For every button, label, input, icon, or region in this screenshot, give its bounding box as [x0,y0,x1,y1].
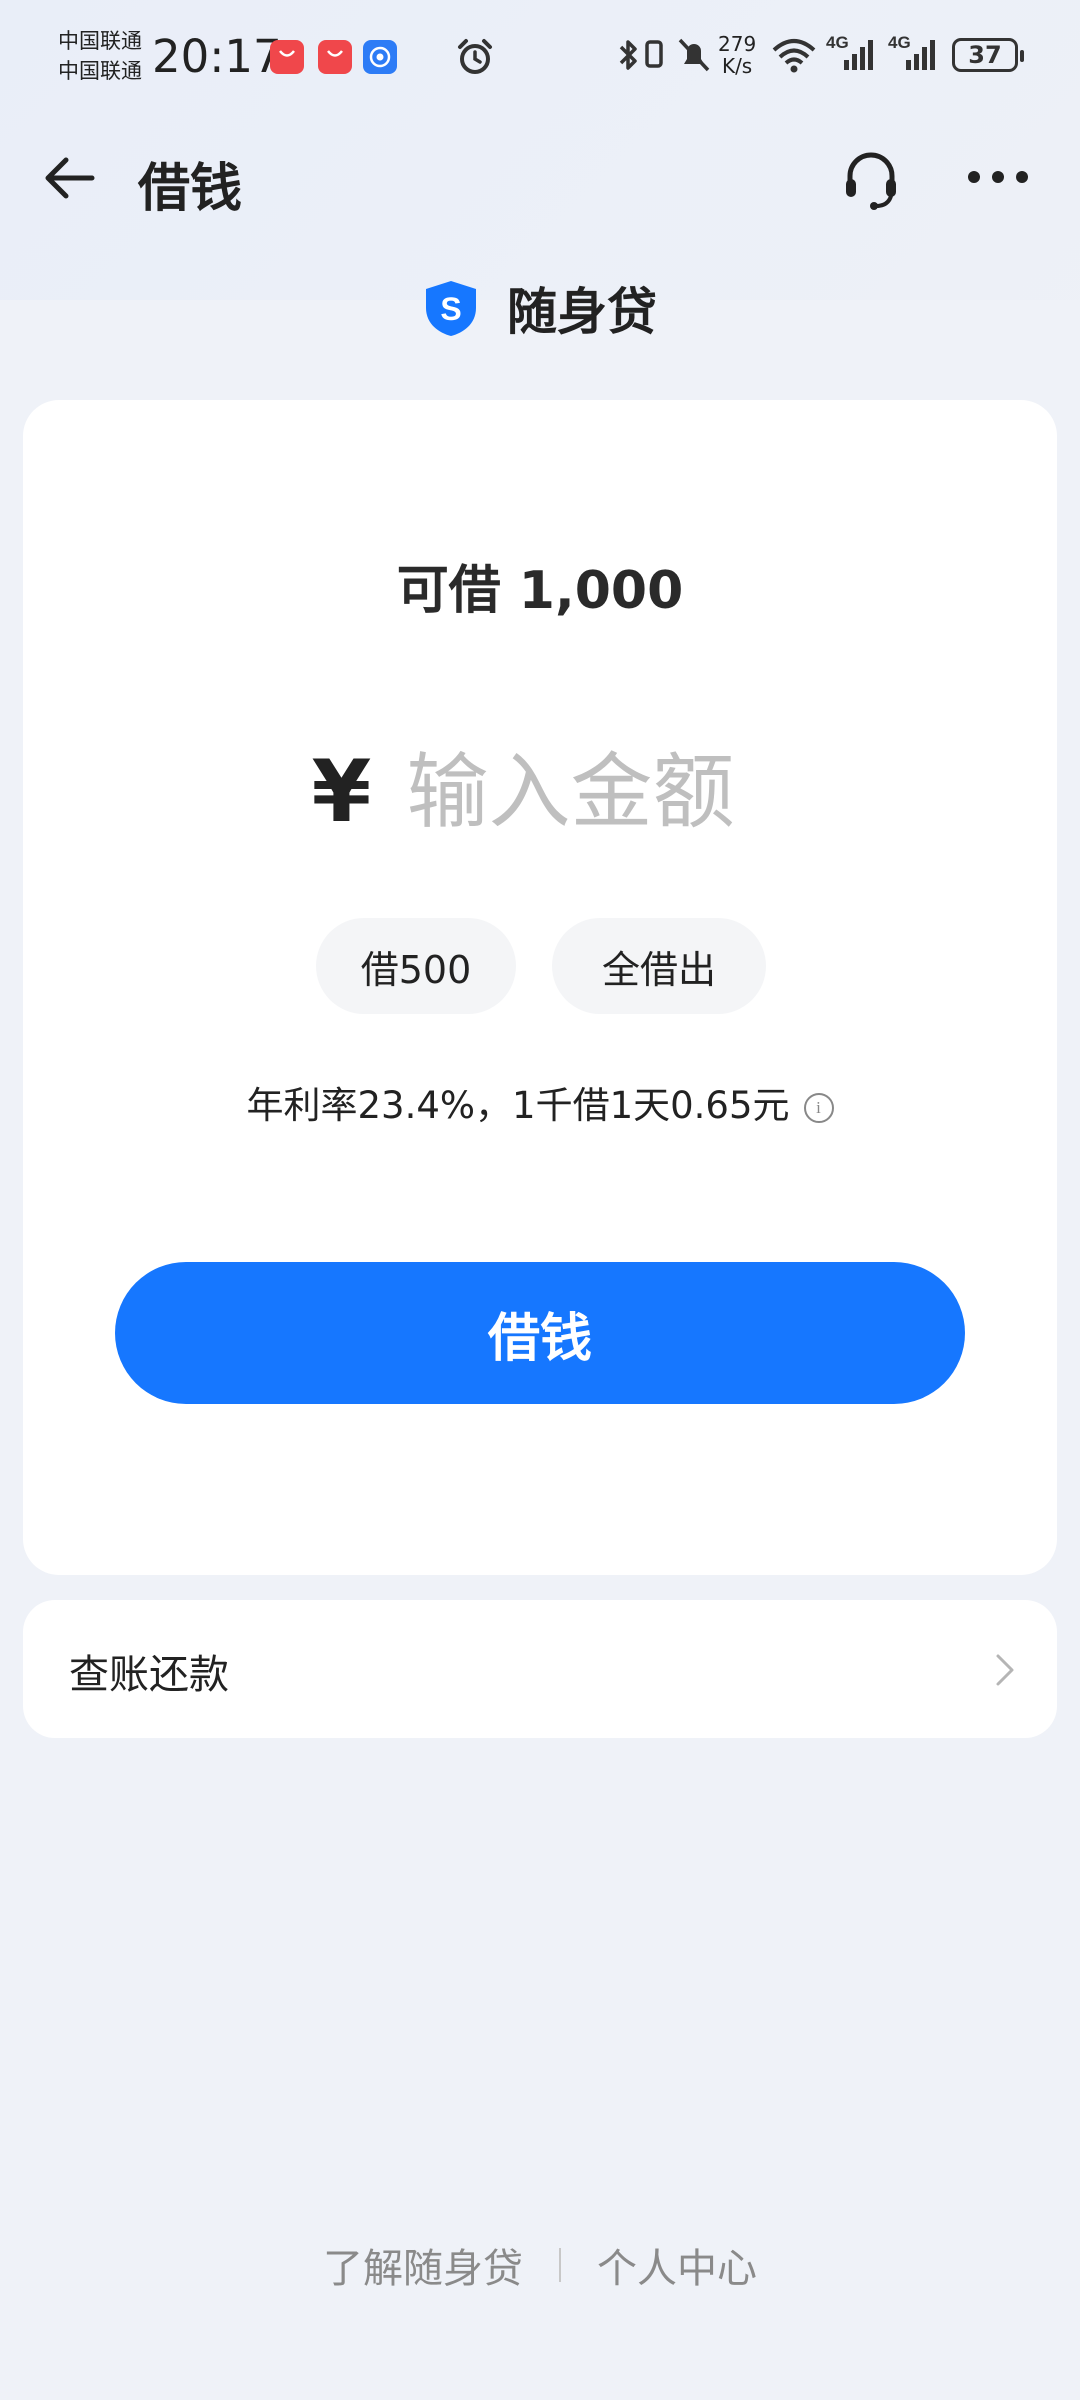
network-speed: 279 K/s [718,33,756,77]
info-icon[interactable]: i [803,1092,834,1123]
customer-service-button[interactable] [838,146,904,216]
app-shortcut-icon [363,40,397,74]
borrow-all-button[interactable]: 全借出 [552,918,766,1014]
interest-rate-info: 年利率23.4%，1千借1天0.65元 i [23,1075,1057,1129]
carrier-info: 中国联通 中国联通 [58,26,142,86]
interest-rate-text: 年利率23.4%，1千借1天0.65元 [246,1084,790,1127]
alarm-icon [454,36,496,82]
available-amount: 可借 1,000 [396,561,684,621]
quick-amount-500-button[interactable]: 借500 [316,918,516,1014]
product-brand: S 随身贷 [0,272,1080,344]
status-bar: 中国联通 中国联通 20:17 279 K/s 4G 4G 37 [0,0,1080,120]
network-speed-unit: K/s [721,54,753,78]
network-speed-value: 279 [718,32,757,56]
amount-input[interactable] [404,743,769,841]
huawei-appgallery-icon [318,40,352,74]
wifi-icon [770,30,818,80]
status-time: 20:17 [152,30,282,83]
logo-letter: S [440,291,461,327]
shield-logo-icon: S [426,281,476,336]
chevron-right-icon [996,1654,1014,1686]
loan-card: 可借 1,000 ¥ 借500 全借出 年利率23.4%，1千借1天0.65元 i… [23,400,1057,1575]
signal-icon: 4G [826,30,880,80]
vibrate-icon [642,30,666,80]
more-button[interactable] [965,165,1031,193]
carrier-1: 中国联通 [58,29,142,53]
bills-repayment-label: 查账还款 [69,1652,229,1698]
footer-links: 了解随身贷 个人中心 [0,2236,1080,2294]
brand-name: 随身贷 [507,283,657,341]
page-title: 借钱 [138,159,243,219]
currency-symbol: ¥ [311,742,372,842]
network-type-2: 4G [888,33,911,52]
more-dots-icon [968,171,1028,183]
amount-input-row: ¥ [23,742,1057,842]
battery-icon: 37 [952,38,1024,72]
learn-more-link[interactable]: 了解随身贷 [323,2236,523,2294]
mute-icon [674,30,714,80]
back-button[interactable] [40,148,100,212]
signal-icon: 4G [888,30,942,80]
carrier-2: 中国联通 [58,59,142,83]
headset-icon [846,152,896,210]
arrow-left-icon [45,157,95,199]
borrow-button[interactable]: 借钱 [115,1262,965,1404]
bills-repayment-item[interactable]: 查账还款 [23,1600,1057,1738]
network-type-1: 4G [826,33,849,52]
footer-divider [559,2248,561,2282]
bluetooth-icon [614,30,642,80]
personal-center-link[interactable]: 个人中心 [597,2236,757,2294]
huawei-appgallery-icon [270,40,304,74]
